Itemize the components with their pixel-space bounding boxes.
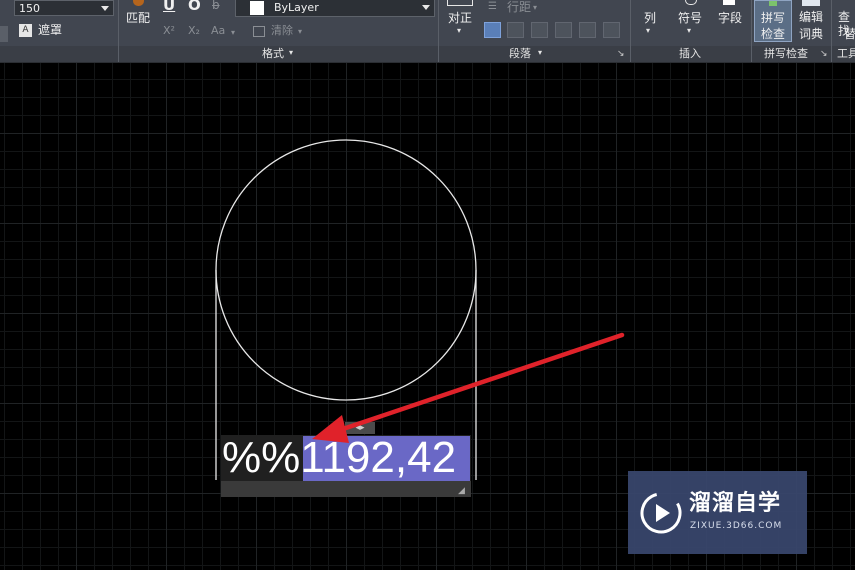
watermark-title: 溜溜自学 — [689, 491, 782, 516]
watermark: 溜溜自学 ZIXUE.3D66.COM — [628, 471, 807, 554]
play-logo-icon — [640, 492, 682, 534]
arrow-shaft — [337, 332, 625, 433]
arrow-head — [312, 415, 349, 443]
watermark-subtitle: ZIXUE.3D66.COM — [690, 521, 783, 531]
